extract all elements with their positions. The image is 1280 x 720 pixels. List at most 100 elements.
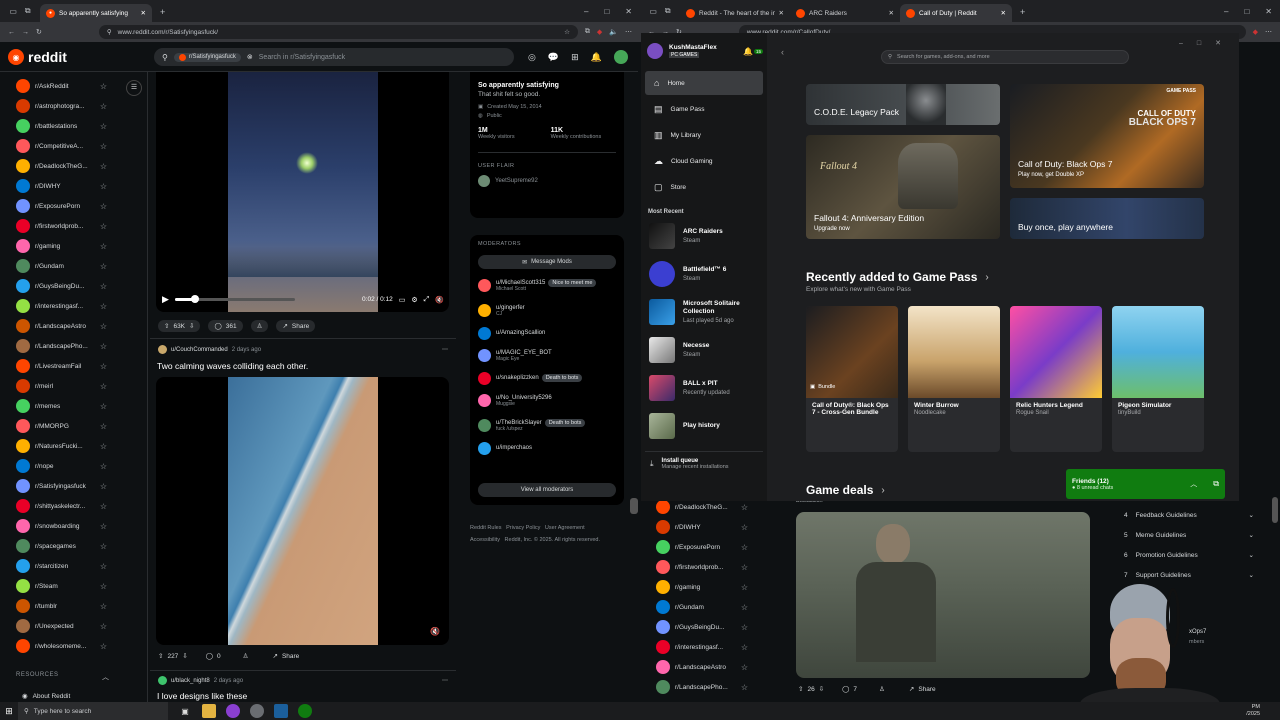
minimize-icon[interactable]: –	[584, 7, 588, 16]
post-3-author[interactable]: u/black_night8	[171, 678, 210, 684]
start-windows-icon[interactable]: ⊞	[0, 706, 18, 717]
sidebar-item-r-deadlocktheg[interactable]: r/DeadlockTheG... ☆	[0, 156, 147, 176]
sidebar-item-r-livestreamfail[interactable]: r/LivestreamFail ☆	[0, 356, 147, 376]
card-code-legacy-pack[interactable]: C.O.D.E. Legacy Pack	[806, 84, 1000, 125]
tab-arc-raiders[interactable]: ARC Raiders ✕	[790, 4, 900, 22]
game-card-winter-burrow[interactable]: Winter Burrow Noodlecake	[908, 306, 1000, 452]
favorite-star-icon[interactable]: ☆	[100, 202, 107, 211]
sidebar-item-r-competitivea[interactable]: r/CompetitiveA... ☆	[0, 136, 147, 156]
card-buy-once-play-anywhere[interactable]: Buy once, play anywhere	[1010, 198, 1204, 239]
comments-button-1[interactable]: ◯ 361	[208, 320, 243, 332]
right-scrollbar-thumb[interactable]	[1272, 497, 1278, 523]
sound-icon[interactable]: 🔈	[609, 28, 618, 36]
favorite-star-icon[interactable]: ☆	[741, 543, 748, 552]
sidebar-item-r-satisfyingasfuck[interactable]: r/Satisfyingasfuck ☆	[0, 476, 147, 496]
nav-store[interactable]: ▢ Store	[645, 175, 763, 199]
favorite-star-icon[interactable]: ☆	[100, 382, 107, 391]
forward-icon[interactable]: →	[22, 29, 29, 36]
sidebar-item-r-mmorpg[interactable]: r/MMORPG ☆	[0, 416, 147, 436]
game-card-relic-hunters[interactable]: Relic Hunters Legend Rogue Snail	[1010, 306, 1102, 452]
sidebar-item-r-landscapeastro[interactable]: r/LandscapeAstro ☆	[640, 657, 788, 677]
post-2-more-icon[interactable]: ⋯	[442, 346, 448, 353]
close-tab-icon[interactable]: ✕	[1001, 9, 1006, 17]
recently-added-header[interactable]: Recently added to Game Pass ›	[806, 270, 989, 284]
moderator-row[interactable]: u/imperchaos	[478, 438, 616, 458]
moderator-row[interactable]: u/AmazingScallion	[478, 323, 616, 343]
play-icon[interactable]: ▶	[162, 294, 169, 305]
install-queue[interactable]: ⤓ Install queue Manage recent installatio…	[641, 458, 767, 470]
chevron-down-icon[interactable]: ⌄	[1249, 551, 1254, 559]
nav-home[interactable]: ⌂ Home	[645, 71, 763, 95]
sidebar-item-r-landscapepho[interactable]: r/LandscapePho... ☆	[0, 336, 147, 356]
sidebar-item-r-askreddit[interactable]: r/AskReddit ☆	[0, 76, 147, 96]
back-icon[interactable]: ←	[8, 29, 15, 36]
footer-rules-link[interactable]: Reddit Rules	[470, 525, 502, 531]
favorite-star-icon[interactable]: ☆	[100, 262, 107, 271]
notifications-bell[interactable]: 🔔 15	[743, 47, 763, 56]
recent-game-arc-raiders[interactable]: ARC Raiders Steam	[641, 217, 767, 255]
xbox-icon[interactable]	[298, 704, 312, 718]
taskbar-clock[interactable]: PM /2025	[1246, 704, 1280, 718]
favorite-star-icon[interactable]: ☆	[100, 362, 107, 371]
ads-icon[interactable]: ◎	[528, 52, 536, 63]
favorite-star-icon[interactable]: ☆	[741, 523, 748, 532]
comments-button-right[interactable]: ◯ 7	[842, 685, 857, 694]
sidebar-item-r-landscapepho[interactable]: r/LandscapePho... ☆	[640, 677, 788, 697]
sidebar-item-r-tumblr[interactable]: r/tumblr ☆	[0, 596, 147, 616]
reload-icon[interactable]: ↻	[36, 28, 42, 36]
footer-accessibility-link[interactable]: Accessibility	[470, 537, 500, 543]
favorite-star-icon[interactable]: ☆	[741, 663, 748, 672]
sidebar-item-r-exposureporn[interactable]: r/ExposurePorn ☆	[640, 537, 788, 557]
sidebar-item-r-naturesfucki[interactable]: r/NaturesFucki... ☆	[0, 436, 147, 456]
favorite-star-icon[interactable]: ☆	[100, 322, 107, 331]
moderator-row[interactable]: u/gingerfer CJ	[478, 298, 616, 323]
notifications-icon[interactable]: 🔔	[591, 52, 602, 63]
favorite-star-icon[interactable]: ☆	[741, 603, 748, 612]
menu-icon[interactable]: ⋯	[1265, 28, 1272, 36]
browser-icon[interactable]	[226, 704, 240, 718]
reddit-logo[interactable]: ◉ reddit	[8, 49, 67, 65]
rule-row[interactable]: 6 Promotion Guidelines ⌄	[1124, 545, 1254, 565]
favorite-star-icon[interactable]: ☆	[741, 623, 748, 632]
chip-remove-icon[interactable]: ⊗	[247, 53, 253, 61]
vote-control-2[interactable]: ⇧ 227 ⇩	[158, 652, 188, 661]
file-explorer-icon[interactable]	[202, 704, 216, 718]
mute-icon[interactable]: 🔇	[435, 296, 444, 304]
menu-icon[interactable]: ⋯	[625, 28, 632, 36]
expand-up-icon[interactable]: ︿	[1190, 479, 1197, 489]
sidebar-item-r-astrophotogra[interactable]: r/astrophotogra... ☆	[0, 96, 147, 116]
sidebar-item-r-battlestations[interactable]: r/battlestations ☆	[0, 116, 147, 136]
close-icon[interactable]: ✕	[1215, 39, 1221, 47]
favorite-star-icon[interactable]: ☆	[100, 162, 107, 171]
about-reddit-link[interactable]: ◉ About Reddit	[22, 692, 70, 701]
game-card-bo7-bundle[interactable]: ▣ Bundle Call of Duty®: Black Ops 7 - Cro…	[806, 306, 898, 452]
workspaces-icon[interactable]: ▭	[9, 7, 17, 16]
maximize-icon[interactable]: □	[1197, 40, 1201, 47]
fullscreen-icon[interactable]: ⤢	[424, 296, 430, 304]
comments-button-2[interactable]: ◯ 0	[206, 652, 221, 661]
address-bar[interactable]: ⚲ www.reddit.com/r/Satisfyingasfuck/ ☆	[98, 25, 578, 39]
chevron-down-icon[interactable]: ⌄	[1249, 571, 1254, 579]
sidebar-item-r-firstworldprob[interactable]: r/firstworldprob... ☆	[640, 557, 788, 577]
obs-icon[interactable]	[250, 704, 264, 718]
favorite-star-icon[interactable]: ☆	[100, 602, 107, 611]
sidebar-item-r-shittyaskelectr[interactable]: r/shittyaskelectr... ☆	[0, 496, 147, 516]
sidebar-item-r-gundam[interactable]: r/Gundam ☆	[0, 256, 147, 276]
post-3-title[interactable]: I love designs like these	[157, 691, 247, 701]
maximize-icon[interactable]: □	[1244, 7, 1249, 16]
search-bar[interactable]: ⚲ r/Satisfyingasfuck ⊗ Search in r/Satis…	[154, 48, 514, 66]
minimize-icon[interactable]: –	[1179, 40, 1183, 47]
card-fallout-4[interactable]: Fallout 4 Fallout 4: Anniversary Edition…	[806, 135, 1000, 239]
game-card-pigeon-simulator[interactable]: Pigeon Simulator tinyBuild	[1112, 306, 1204, 452]
downvote-icon[interactable]: ⇩	[819, 685, 824, 693]
extensions-icon[interactable]: ⧉	[585, 28, 590, 36]
post-3-more-icon[interactable]: ⋯	[442, 677, 448, 684]
moderator-row[interactable]: u/TheBrickSlayer Death to bots fuck /u/spe…	[478, 413, 616, 438]
footer-agreement-link[interactable]: User Agreement	[545, 525, 585, 531]
favorite-star-icon[interactable]: ☆	[100, 462, 107, 471]
post-2-author[interactable]: u/CouchCommanded	[171, 347, 228, 353]
view-all-mods-button[interactable]: View all moderators	[478, 483, 616, 497]
nav-game-pass[interactable]: ▤ Game Pass	[645, 97, 763, 121]
moderator-row[interactable]: u/No_University5296 Muggsie	[478, 388, 616, 413]
video-scrub-knob[interactable]	[191, 295, 200, 303]
